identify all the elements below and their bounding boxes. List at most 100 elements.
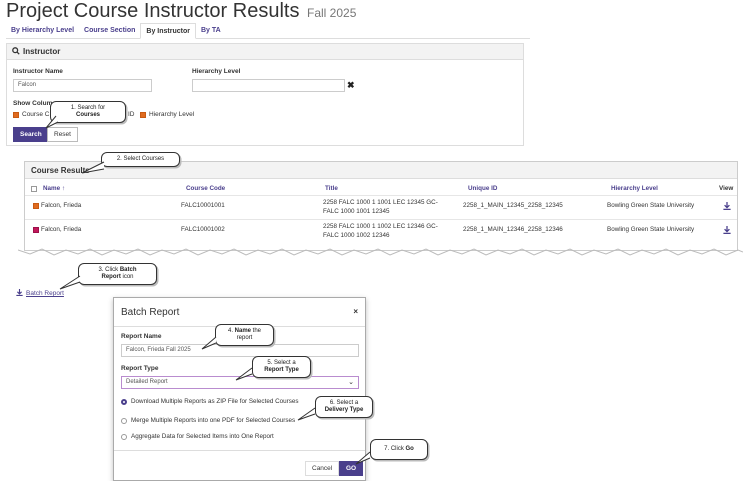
report-type-label: Report Type xyxy=(121,365,159,372)
callout-batch-report: 3. Click Batch Report icon xyxy=(78,263,157,285)
row-2-hierarchy: Bowling Green State University xyxy=(607,226,695,233)
term-label: Fall 2025 xyxy=(307,6,357,20)
instructor-panel-header: Instructor xyxy=(7,44,523,60)
instructor-name-input[interactable]: Falcon xyxy=(13,79,152,92)
column-header-title[interactable]: Title xyxy=(325,185,338,192)
page-title-text: Project Course Instructor Results xyxy=(6,0,300,22)
delivery-option-merge-label: Merge Multiple Reports into one PDF for … xyxy=(131,417,296,424)
callout-name-report: 4. Name the report xyxy=(215,324,274,346)
instructor-panel-title: Instructor xyxy=(23,47,61,56)
callout-2-text: 2. Select Courses xyxy=(116,156,165,162)
instructor-name-label: Instructor Name xyxy=(13,68,63,75)
callout-report-type: 5. Select a Report Type xyxy=(252,356,311,378)
batch-report-link[interactable]: Batch Report xyxy=(16,289,64,298)
row-1-course-code: FALC10001001 xyxy=(181,202,225,209)
chevron-down-icon: ⌄ xyxy=(348,379,354,386)
tab-bar: By Hierarchy Level Course Section By Ins… xyxy=(6,23,530,39)
download-icon[interactable] xyxy=(723,226,731,236)
callout-5-line1: 5. Select a xyxy=(267,360,296,366)
row-1-hierarchy: Bowling Green State University xyxy=(607,202,695,209)
callout-select-courses: 2. Select Courses xyxy=(101,152,180,167)
callout-1-line1: 1. Search for xyxy=(70,105,106,111)
checkbox-hierarchy-level-box[interactable] xyxy=(140,111,146,118)
callout-delivery-type: 6. Select a Delivery Type xyxy=(315,396,373,418)
tab-by-ta[interactable]: By TA xyxy=(196,23,226,39)
row-1-checkbox[interactable] xyxy=(33,203,39,209)
select-all-checkbox[interactable] xyxy=(31,186,37,192)
modal-footer-divider xyxy=(114,450,365,451)
report-name-label: Report Name xyxy=(121,333,162,340)
delivery-option-zip[interactable]: Download Multiple Reports as ZIP File fo… xyxy=(121,398,299,405)
callout-3-part4: icon xyxy=(120,274,134,280)
tab-by-hierarchy-level[interactable]: By Hierarchy Level xyxy=(6,23,79,39)
callout-4-part1: 4. xyxy=(227,328,235,334)
column-header-name[interactable]: Name ↑ xyxy=(43,185,65,192)
callout-6-line2: Delivery Type xyxy=(324,407,364,413)
modal-title: Batch Report xyxy=(121,307,180,318)
row-2-name: Falcon, Frieda xyxy=(41,226,82,233)
course-results-panel: Course Results Name ↑ Course Code Title … xyxy=(24,161,738,251)
callout-search-courses: 1. Search for Courses xyxy=(50,101,126,123)
delivery-option-merge-radio[interactable] xyxy=(121,417,127,424)
delivery-option-aggregate-radio[interactable] xyxy=(121,433,127,440)
callout-1-tail xyxy=(45,115,59,129)
delivery-option-aggregate[interactable]: Aggregate Data for Selected Items into O… xyxy=(121,433,274,440)
column-header-view: View xyxy=(719,185,734,192)
batch-report-link-label[interactable]: Batch Report xyxy=(26,290,64,297)
callout-5-tail xyxy=(235,367,253,381)
checkbox-course-code[interactable]: Course C xyxy=(13,111,49,118)
callout-7-tail xyxy=(355,451,371,465)
hierarchy-level-input[interactable] xyxy=(192,79,345,92)
torn-edge-divider xyxy=(18,248,743,256)
checkbox-hierarchy-level[interactable]: Hierarchy Level xyxy=(140,111,194,118)
delivery-option-zip-radio[interactable] xyxy=(121,398,127,405)
callout-3-part3: Report xyxy=(101,274,121,280)
checkbox-hierarchy-level-label: Hierarchy Level xyxy=(149,111,195,118)
callout-4-part2: Name xyxy=(234,328,251,334)
instructor-panel: Instructor Instructor Name Falcon Hierar… xyxy=(6,43,524,146)
callout-3-part1: 3. Click xyxy=(98,267,120,273)
delivery-option-merge[interactable]: Merge Multiple Reports into one PDF for … xyxy=(121,417,295,424)
cancel-button[interactable]: Cancel xyxy=(305,461,340,476)
row-divider xyxy=(25,195,737,196)
show-columns-label: Show Colum xyxy=(13,100,53,107)
callout-3-part2: Batch xyxy=(119,267,137,273)
close-icon[interactable]: ✖ xyxy=(347,80,355,91)
row-2-title-line1: 2258 FALC 1000 1 1002 LEC 12346 GC- xyxy=(323,223,438,230)
row-divider xyxy=(25,219,737,220)
download-icon xyxy=(16,289,23,298)
row-2-unique-id: 2258_1_MAIN_12346_2258_12346 xyxy=(463,226,563,233)
row-2-title-line2: FALC 1000 1002 12346 xyxy=(323,232,390,239)
row-1-name: Falcon, Frieda xyxy=(41,202,82,209)
column-header-unique-id[interactable]: Unique ID xyxy=(468,185,497,192)
callout-3-tail xyxy=(59,275,81,290)
search-button[interactable]: Search xyxy=(13,127,49,142)
page-title: Project Course Instructor Results Fall 2… xyxy=(6,0,356,23)
download-icon[interactable] xyxy=(723,202,731,212)
callout-4-part4: report xyxy=(236,335,253,341)
checkbox-unique-id[interactable]: ID xyxy=(128,111,135,118)
callout-7-part1: 7. Click xyxy=(384,446,406,452)
callout-6-line1: 6. Select a xyxy=(329,400,359,406)
close-icon[interactable]: × xyxy=(353,307,358,316)
checkbox-course-code-box[interactable] xyxy=(13,111,19,118)
search-icon xyxy=(12,46,20,57)
delivery-option-aggregate-label: Aggregate Data for Selected Items into O… xyxy=(131,433,274,440)
row-2-course-code: FALC10001002 xyxy=(181,226,225,233)
callout-4-part3: the xyxy=(251,328,262,334)
row-2-checkbox[interactable] xyxy=(33,227,39,233)
callout-1-line2: Courses xyxy=(75,112,100,118)
tab-by-instructor[interactable]: By Instructor xyxy=(140,23,196,39)
tab-course-section[interactable]: Course Section xyxy=(79,23,140,39)
callout-4-tail xyxy=(201,336,217,350)
callout-7-part2: Go xyxy=(405,446,414,452)
row-1-title-line2: FALC 1000 1001 12345 xyxy=(323,208,390,215)
column-header-hierarchy-level[interactable]: Hierarchy Level xyxy=(611,185,658,192)
callout-2-tail xyxy=(81,161,105,174)
callout-click-go: 7. Click Go xyxy=(370,439,428,460)
column-header-course-code[interactable]: Course Code xyxy=(186,185,225,192)
checkbox-unique-id-label: ID xyxy=(128,111,135,118)
callout-5-line2: Report Type xyxy=(264,367,299,373)
row-1-unique-id: 2258_1_MAIN_12345_2258_12345 xyxy=(463,202,563,209)
delivery-option-zip-label: Download Multiple Reports as ZIP File fo… xyxy=(131,398,299,405)
